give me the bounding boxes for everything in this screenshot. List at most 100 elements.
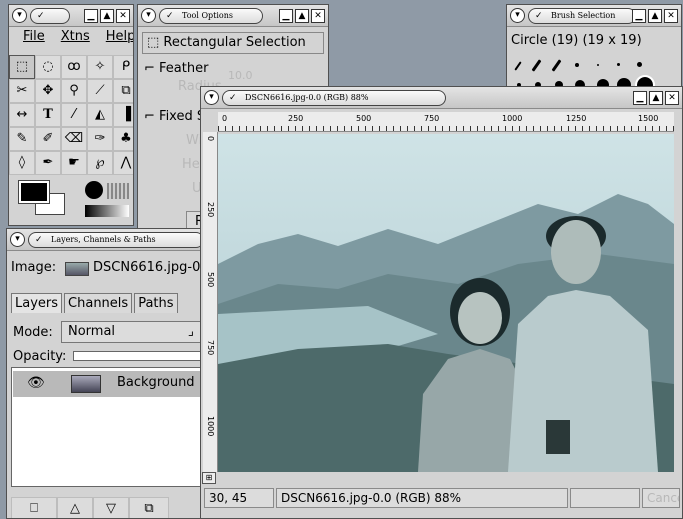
ruler-tick-label: 0 (222, 114, 228, 123)
brush-selection-titlebar[interactable]: ▾ ✓ Brush Selection ▁ ▲ ✕ (507, 5, 681, 27)
fixed-size-checkbox[interactable]: ⌐ Fixed S (144, 109, 205, 124)
toolbox-menubar: File Xtns Help (9, 29, 133, 49)
tool-options-titlebar[interactable]: ▾ ✓ Tool Options ▁ ▲ ✕ (138, 5, 328, 27)
pointer-coordinates: 30, 45 (204, 488, 274, 508)
toolbox-title: ✓ (30, 8, 70, 24)
fg-bg-colors[interactable] (15, 177, 71, 217)
navigation-icon[interactable]: ⊞ (202, 472, 216, 484)
close-icon[interactable]: ✕ (665, 91, 679, 105)
duplicate-layer-icon[interactable]: ⧉ (129, 497, 169, 518)
layer-name: Background (117, 375, 195, 390)
ruler-tick-label: 1500 (638, 114, 659, 123)
window-menu-icon[interactable]: ▾ (510, 8, 525, 23)
mode-select[interactable]: Normal ⌟ (61, 321, 201, 343)
smudge-icon[interactable]: ☛ (61, 151, 87, 175)
text-icon[interactable]: T (35, 103, 61, 127)
menu-help[interactable]: Help (106, 29, 133, 49)
window-menu-icon[interactable]: ▾ (10, 232, 25, 247)
check-icon: ✓ (35, 235, 43, 245)
feather-checkbox[interactable]: ⌐ Feather (144, 61, 208, 76)
horizontal-ruler: 0 250 500 750 1000 1250 1500 (218, 112, 674, 132)
image-titlebar[interactable]: ▾ ✓ DSCN6616.jpg-0.0 (RGB) 88% ▁ ▲ ✕ (201, 87, 682, 109)
close-icon[interactable]: ✕ (311, 9, 325, 23)
maximize-icon[interactable]: ▲ (295, 9, 309, 23)
layer-row[interactable]: 👁 Background (13, 371, 203, 397)
bezier-select-icon[interactable]: ᑭ (113, 55, 133, 79)
status-message: DSCN6616.jpg-0.0 (RGB) 88% (276, 488, 568, 508)
image-select[interactable]: DSCN6616.jpg-0 (93, 260, 200, 275)
brush-swatch[interactable] (617, 63, 620, 66)
move-icon[interactable]: ✥ (35, 79, 61, 103)
ruler-tick-label: 750 (206, 340, 215, 356)
measure-icon[interactable]: ⋀ (113, 151, 133, 175)
cancel-button[interactable]: Cancel (642, 488, 680, 508)
brush-preview-icon[interactable] (85, 181, 103, 199)
tool-options-heading: ⬚ Rectangular Selection (142, 32, 324, 54)
ruler-tick-label: 500 (206, 272, 215, 288)
image-label: Image: (11, 260, 57, 275)
rect-select-icon[interactable]: ⬚ (9, 55, 35, 79)
image-canvas[interactable] (218, 134, 674, 472)
ink-icon[interactable]: ✒ (35, 151, 61, 175)
color-picker-icon[interactable]: ⁄ (61, 103, 87, 127)
close-icon[interactable]: ✕ (116, 9, 130, 23)
magnify-icon[interactable]: ⚲ (61, 79, 87, 103)
brush-swatch[interactable] (597, 64, 599, 66)
layer-thumbnail (71, 375, 101, 393)
raise-layer-icon[interactable]: △ (57, 497, 93, 518)
menu-file[interactable]: File (23, 29, 45, 49)
gradient-preview[interactable] (85, 205, 129, 217)
crop-icon[interactable]: ⟋ (87, 79, 113, 103)
tab-layers[interactable]: Layers (11, 293, 63, 313)
convolve-icon[interactable]: ◊ (9, 151, 35, 175)
bucket-fill-icon[interactable]: ◭ (87, 103, 113, 127)
window-menu-icon[interactable]: ▾ (204, 90, 219, 105)
window-menu-icon[interactable]: ▾ (141, 8, 156, 23)
free-select-icon[interactable]: ꝏ (61, 55, 87, 79)
paintbrush-icon[interactable]: ✐ (35, 127, 61, 151)
brush-swatch[interactable] (514, 61, 522, 71)
blend-icon[interactable]: ▐ (113, 103, 133, 127)
radius-value: 10.0 (228, 69, 253, 82)
menu-xtns[interactable]: Xtns (61, 29, 90, 49)
maximize-icon[interactable]: ▲ (649, 91, 663, 105)
minimize-icon[interactable]: ▁ (279, 9, 293, 23)
minimize-icon[interactable]: ▁ (632, 9, 646, 23)
pattern-preview-icon[interactable] (107, 183, 129, 199)
ruler-ticks (218, 126, 674, 131)
lower-layer-icon[interactable]: ▽ (93, 497, 129, 518)
layers-buttonbar: ⎕ △ ▽ ⧉ (11, 497, 169, 518)
scissors-icon[interactable]: ✂ (9, 79, 35, 103)
close-icon[interactable]: ✕ (664, 9, 678, 23)
opacity-slider[interactable] (73, 351, 201, 361)
flip-icon[interactable]: ↔ (9, 103, 35, 127)
brush-swatch[interactable] (531, 59, 542, 72)
tab-paths[interactable]: Paths (134, 293, 178, 313)
brush-swatch[interactable] (551, 59, 562, 72)
tab-channels[interactable]: Channels (64, 293, 133, 313)
foreground-color-swatch[interactable] (18, 180, 50, 204)
pencil-icon[interactable]: ✎ (9, 127, 35, 151)
minimize-icon[interactable]: ▁ (84, 9, 98, 23)
dodge-burn-icon[interactable]: ℘ (87, 151, 113, 175)
mode-label: Mode: (13, 325, 53, 340)
airbrush-icon[interactable]: ✑ (87, 127, 113, 151)
toolbox-titlebar[interactable]: ▾ ✓ ▁ ▲ ✕ (9, 5, 133, 27)
clone-icon[interactable]: ♣ (113, 127, 133, 151)
image-title: ✓ DSCN6616.jpg-0.0 (RGB) 88% (222, 90, 446, 106)
check-icon: ✓ (229, 93, 237, 103)
brush-swatch[interactable] (575, 63, 579, 67)
eye-icon[interactable]: 👁 (27, 375, 45, 391)
maximize-icon[interactable]: ▲ (648, 9, 662, 23)
window-menu-icon[interactable]: ▾ (12, 8, 27, 23)
new-layer-icon[interactable]: ⎕ (11, 497, 57, 518)
ellipse-select-icon[interactable]: ◌ (35, 55, 61, 79)
eraser-icon[interactable]: ⌫ (61, 127, 87, 151)
photo-scene (218, 134, 674, 472)
brush-swatch[interactable] (637, 62, 642, 67)
transform-icon[interactable]: ⧉ (113, 79, 133, 103)
layers-titlebar[interactable]: ▾ ✓ Layers, Channels & Paths (7, 229, 209, 251)
maximize-icon[interactable]: ▲ (100, 9, 114, 23)
minimize-icon[interactable]: ▁ (633, 91, 647, 105)
fuzzy-select-icon[interactable]: ✧ (87, 55, 113, 79)
